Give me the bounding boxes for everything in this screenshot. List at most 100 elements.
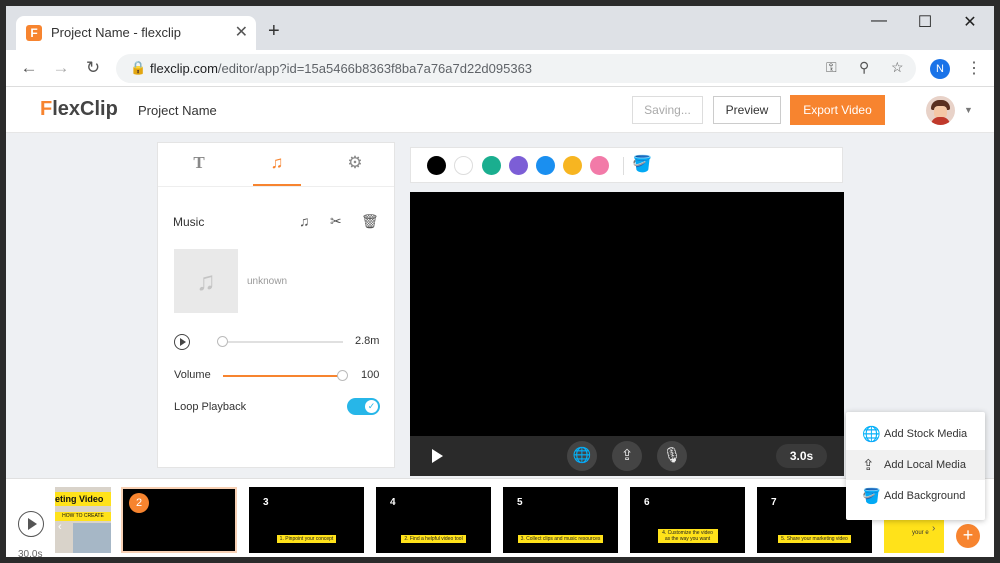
- user-avatar[interactable]: [926, 96, 955, 125]
- clip-number: 6: [644, 497, 650, 508]
- scissors-icon[interactable]: ✂: [330, 213, 342, 230]
- upload-icon: ⇪: [862, 457, 875, 474]
- url-text: flexclip.com/editor/app?id=15a5466b8363f…: [150, 61, 532, 76]
- clip-caption: 5. Share your marketing video: [778, 535, 851, 543]
- color-swatch[interactable]: [536, 156, 555, 175]
- paint-bucket-icon[interactable]: 🪣: [632, 154, 652, 174]
- timeline-clip-3[interactable]: 3 1. Pinpoint your concept: [249, 487, 364, 553]
- trash-icon[interactable]: 🗑: [361, 213, 379, 230]
- tab-strip: F Project Name - flexclip ✕ + — ☐ ✕: [6, 6, 994, 50]
- maximize-icon[interactable]: ☐: [910, 12, 940, 32]
- clip-tail-text: your e: [912, 530, 929, 536]
- saving-button: Saving...: [632, 96, 703, 124]
- url-field[interactable]: 🔒 flexclip.com/editor/app?id=15a5466b836…: [116, 54, 916, 83]
- menu-item-label: Add Stock Media: [884, 428, 968, 440]
- color-swatch[interactable]: [427, 156, 446, 175]
- window-close-icon[interactable]: ✕: [955, 12, 985, 32]
- paint-bucket-icon: 🪣: [862, 488, 881, 505]
- music-note-icon: ♫: [174, 249, 238, 313]
- profile-avatar[interactable]: N: [930, 59, 950, 79]
- color-swatch[interactable]: [454, 156, 473, 175]
- bookmark-star-icon[interactable]: ☆: [891, 59, 904, 76]
- color-swatch[interactable]: [590, 156, 609, 175]
- volume-value: 100: [361, 369, 380, 381]
- clip-number: 3: [263, 497, 269, 508]
- lock-icon: 🔒: [130, 60, 147, 75]
- track-name: unknown: [247, 276, 288, 287]
- clip-caption: 1. Pinpoint your concept: [276, 535, 337, 543]
- music-progress-handle[interactable]: [217, 336, 228, 347]
- menu-item-label: Add Local Media: [884, 459, 966, 471]
- globe-icon[interactable]: 🌐: [567, 441, 597, 471]
- music-title: Music: [173, 215, 205, 229]
- clip-title: eting Video: [55, 492, 111, 506]
- browser-tab[interactable]: F Project Name - flexclip ✕: [16, 16, 256, 50]
- logo-mark: F: [40, 98, 53, 120]
- browser-menu-icon[interactable]: ⋮: [966, 58, 982, 78]
- url-host: flexclip.com: [150, 61, 218, 76]
- globe-icon: 🌐: [862, 426, 881, 443]
- timeline-clip-5[interactable]: 5 3. Collect clips and music resources: [503, 487, 618, 553]
- add-scene-button[interactable]: +: [956, 524, 980, 548]
- minimize-icon[interactable]: —: [864, 12, 894, 30]
- clip-subtitle: HOW TO CREATE: [55, 512, 111, 521]
- menu-item-add-stock-media[interactable]: 🌐 Add Stock Media: [846, 419, 985, 449]
- music-play-button[interactable]: [174, 334, 190, 350]
- menu-item-label: Add Background: [884, 490, 966, 502]
- menu-item-add-local-media[interactable]: ⇪ Add Local Media: [846, 450, 985, 480]
- export-video-button[interactable]: Export Video: [790, 95, 885, 125]
- volume-label: Volume: [174, 369, 211, 381]
- microphone-icon[interactable]: 🎙: [657, 441, 687, 471]
- logo-text: lexClip: [52, 98, 118, 120]
- tab-close-icon[interactable]: ✕: [235, 22, 248, 42]
- music-duration: 2.8m: [355, 335, 380, 347]
- video-preview-stage[interactable]: 🌐 ⇪ 🎙 3.0s: [410, 192, 844, 476]
- flexclip-logo[interactable]: FlexClip: [40, 98, 118, 121]
- stage-play-icon[interactable]: [432, 449, 443, 463]
- preview-button[interactable]: Preview: [713, 96, 781, 124]
- settings-gear-icon[interactable]: ⚙: [335, 153, 375, 173]
- app-header: FlexClip Project Name Saving... Preview …: [6, 87, 994, 133]
- forward-arrow-icon[interactable]: →: [50, 58, 72, 78]
- new-tab-button[interactable]: +: [268, 20, 280, 43]
- loop-playback-toggle[interactable]: [347, 398, 380, 415]
- stage-toolbar: 🌐 ⇪ 🎙 3.0s: [410, 436, 844, 476]
- clip-number: 5: [517, 497, 523, 508]
- timeline-clip-4[interactable]: 4 2. Find a helpful video tool: [376, 487, 491, 553]
- address-bar: ← → ↻ 🔒 flexclip.com/editor/app?id=15a54…: [6, 50, 994, 87]
- clip-number: 4: [390, 497, 396, 508]
- color-swatch[interactable]: [563, 156, 582, 175]
- zoom-icon[interactable]: ⚲: [859, 59, 869, 76]
- loop-playback-label: Loop Playback: [174, 401, 247, 413]
- total-duration: 30.0s: [18, 549, 43, 557]
- clip-caption: 2. Find a helpful video tool: [401, 535, 466, 543]
- chevron-right-icon[interactable]: ›: [932, 523, 935, 534]
- timeline-play-button[interactable]: [18, 511, 44, 537]
- back-arrow-icon[interactable]: ←: [18, 58, 40, 78]
- color-swatch[interactable]: [509, 156, 528, 175]
- url-path: /editor/app?id=15a5466b8363f8ba7a76a7d22…: [217, 61, 533, 76]
- color-palette: 🪣: [410, 147, 843, 183]
- color-swatch[interactable]: [482, 156, 501, 175]
- key-icon[interactable]: ⚿: [826, 59, 837, 76]
- timeline-clip-2[interactable]: 2: [121, 487, 237, 553]
- clip-number: 7: [771, 497, 777, 508]
- music-tab-icon[interactable]: ♫: [257, 153, 297, 173]
- chevron-down-icon[interactable]: ▼: [964, 105, 973, 115]
- clip-caption: 4. Customize the video as the way you wa…: [657, 529, 718, 543]
- scene-duration-badge[interactable]: 3.0s: [776, 444, 827, 468]
- flexclip-favicon-icon: F: [26, 25, 42, 41]
- tab-title: Project Name - flexclip: [51, 25, 182, 40]
- timeline-clip-6[interactable]: 6 4. Customize the video as the way you …: [630, 487, 745, 553]
- upload-icon[interactable]: ⇪: [612, 441, 642, 471]
- volume-fill: [223, 375, 343, 377]
- volume-handle[interactable]: [337, 370, 348, 381]
- add-music-icon[interactable]: ♫: [299, 213, 310, 229]
- music-progress-track[interactable]: [223, 341, 343, 343]
- timeline-clip-1[interactable]: eting Video HOW TO CREATE ‹: [55, 487, 111, 553]
- reload-icon[interactable]: ↻: [82, 58, 104, 78]
- menu-item-add-background[interactable]: 🪣 Add Background: [846, 481, 985, 511]
- text-tab-icon[interactable]: T: [179, 153, 219, 173]
- project-name[interactable]: Project Name: [138, 103, 217, 118]
- chevron-left-icon[interactable]: ‹: [58, 521, 62, 533]
